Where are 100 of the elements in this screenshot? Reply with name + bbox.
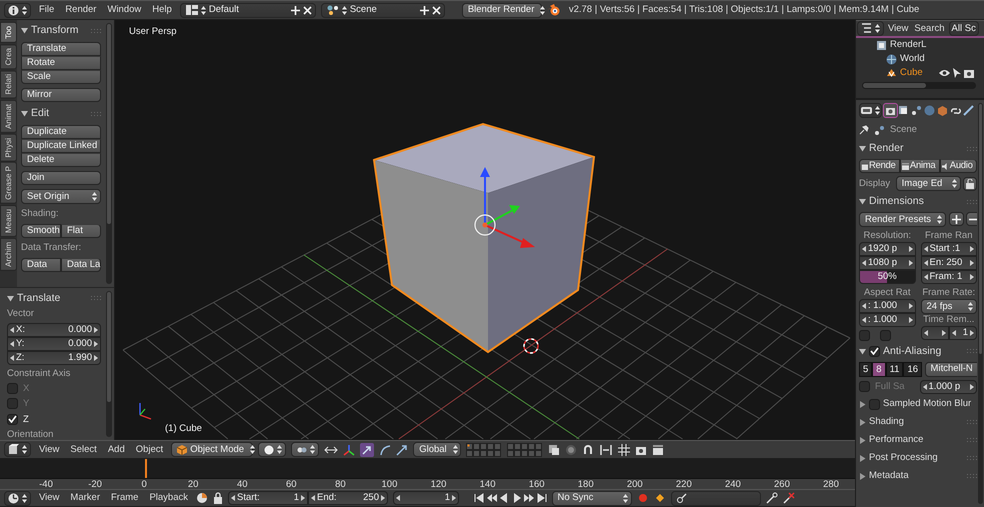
number-field[interactable]: Start: 1 xyxy=(228,491,308,505)
number-field[interactable]: 1.000 p xyxy=(920,380,977,394)
add-button[interactable] xyxy=(948,212,964,226)
context-tab[interactable] xyxy=(962,104,975,117)
button[interactable]: Scale xyxy=(21,70,101,84)
dropdown[interactable]: Set Origin xyxy=(21,189,101,204)
checkbox[interactable] xyxy=(7,382,18,394)
context-tab[interactable] xyxy=(884,104,897,117)
menu-item[interactable]: Frame xyxy=(108,492,142,504)
panel-header[interactable]: Anti-Aliasing xyxy=(859,344,977,358)
keying-set-field[interactable] xyxy=(670,490,760,506)
tab[interactable]: Too xyxy=(0,22,17,43)
tab[interactable]: Animat xyxy=(0,100,17,133)
pivot-dropdown[interactable] xyxy=(291,442,320,457)
percentage-slider[interactable]: 50% xyxy=(859,270,916,284)
number-field[interactable]: End: 250 xyxy=(308,491,388,505)
tab[interactable]: Archim xyxy=(0,238,17,271)
menu-item[interactable]: File xyxy=(36,4,58,16)
selector-field[interactable]: Default xyxy=(180,2,316,18)
arrow-right-icon[interactable] xyxy=(908,303,912,309)
cursor-icon[interactable] xyxy=(953,68,961,78)
arrow-left-icon[interactable] xyxy=(922,384,926,390)
arrow-right-icon[interactable] xyxy=(908,317,912,323)
eye-icon[interactable] xyxy=(939,69,950,77)
editor-type-button[interactable] xyxy=(4,490,31,506)
number-field[interactable] xyxy=(920,326,949,340)
dropdown[interactable]: Mitchell-N xyxy=(924,362,977,376)
tab[interactable]: Crea xyxy=(0,44,17,70)
arrow-left-icon[interactable] xyxy=(10,340,14,347)
lock-button[interactable] xyxy=(963,176,977,190)
scale-arrow-icon[interactable] xyxy=(396,444,408,456)
checkbox[interactable] xyxy=(7,414,18,425)
snap-icon[interactable] xyxy=(599,444,614,456)
button[interactable]: Translate xyxy=(21,42,101,56)
arrow-right-icon[interactable] xyxy=(381,495,385,501)
button[interactable]: Duplicate xyxy=(21,125,101,139)
arrow-right-icon[interactable] xyxy=(94,354,98,361)
layers-icon[interactable] xyxy=(548,444,560,456)
arrow-right-icon[interactable] xyxy=(301,495,305,501)
button[interactable]: Delete xyxy=(21,153,101,167)
current-frame-marker[interactable] xyxy=(145,459,147,478)
arrow-right-icon[interactable] xyxy=(942,330,946,336)
jump-end-icon[interactable] xyxy=(536,493,546,503)
pin-icon[interactable] xyxy=(859,125,869,135)
menu-item[interactable]: View xyxy=(36,444,62,456)
menu-item[interactable]: Search xyxy=(912,22,947,34)
tab[interactable]: Physi xyxy=(0,134,17,162)
checkbox[interactable] xyxy=(869,398,880,410)
filter-dropdown[interactable]: All Sc xyxy=(948,21,979,36)
arrow-left-icon[interactable] xyxy=(862,303,866,309)
number-field[interactable]: Start :1 xyxy=(920,242,977,256)
play-reverse-icon[interactable] xyxy=(499,493,509,503)
sync-dropdown[interactable]: No Sync xyxy=(552,490,632,506)
button[interactable]: Anima xyxy=(900,159,940,173)
sample-option[interactable]: 8 xyxy=(872,362,886,376)
tab[interactable]: Measu xyxy=(0,204,17,237)
tree-item[interactable]: Cube xyxy=(856,66,984,80)
dropdown[interactable]: 24 fps xyxy=(920,299,977,314)
number-field[interactable]: 1920 p xyxy=(859,242,916,256)
arrow-left-icon[interactable] xyxy=(924,246,928,252)
3d-cursor-icon[interactable] xyxy=(523,338,539,354)
panel-header[interactable]: Post Processing xyxy=(859,450,977,466)
arrow-right-icon[interactable] xyxy=(970,274,974,280)
sample-option[interactable]: 16 xyxy=(903,362,922,376)
menu-item[interactable]: Select xyxy=(67,444,100,456)
arrow-right-icon[interactable] xyxy=(94,326,98,333)
arrow-left-icon[interactable] xyxy=(311,495,315,501)
context-tab[interactable] xyxy=(910,104,923,117)
arrow-left-icon[interactable] xyxy=(10,326,14,333)
panel-header[interactable]: Performance xyxy=(859,432,977,448)
mode-dropdown[interactable]: Object Mode xyxy=(171,442,254,457)
menu-item[interactable]: Render xyxy=(62,4,100,16)
disclosure-triangle-icon[interactable] xyxy=(859,436,866,444)
arrow-left-icon[interactable] xyxy=(862,246,866,252)
play-icon[interactable] xyxy=(512,493,522,503)
number-field[interactable]: X: 0.000 xyxy=(7,322,101,337)
button[interactable]: Flat xyxy=(61,224,101,238)
editor-type-button[interactable] xyxy=(857,21,884,36)
disclosure-triangle-icon[interactable] xyxy=(859,198,866,205)
arrow-right-icon[interactable] xyxy=(908,246,912,252)
context-tab[interactable] xyxy=(897,104,910,117)
arrow-left-icon[interactable] xyxy=(231,495,235,501)
orientation-dropdown[interactable]: Global xyxy=(413,442,462,457)
shading-dropdown[interactable] xyxy=(258,442,286,457)
number-field[interactable]: 1 xyxy=(393,491,459,505)
menu-item[interactable]: View xyxy=(886,22,910,34)
manipulator-toggle-icon[interactable] xyxy=(324,444,338,456)
button[interactable]: Data La xyxy=(61,258,101,272)
checkbox[interactable] xyxy=(7,398,18,410)
preview-range-icon[interactable] xyxy=(196,492,208,504)
arrow-left-icon[interactable] xyxy=(10,354,14,361)
record-button-icon[interactable] xyxy=(636,492,648,504)
insert-key-icon[interactable] xyxy=(766,492,778,504)
disclosure-triangle-icon[interactable] xyxy=(7,294,14,302)
panel-header[interactable]: Render xyxy=(859,141,977,156)
button[interactable]: Data xyxy=(21,258,61,272)
number-field[interactable]: Y: 0.000 xyxy=(7,336,101,351)
number-field[interactable]: : 1.000 xyxy=(859,299,916,313)
menu-item[interactable]: Window xyxy=(104,4,144,16)
arrow-left-icon[interactable] xyxy=(952,330,956,336)
